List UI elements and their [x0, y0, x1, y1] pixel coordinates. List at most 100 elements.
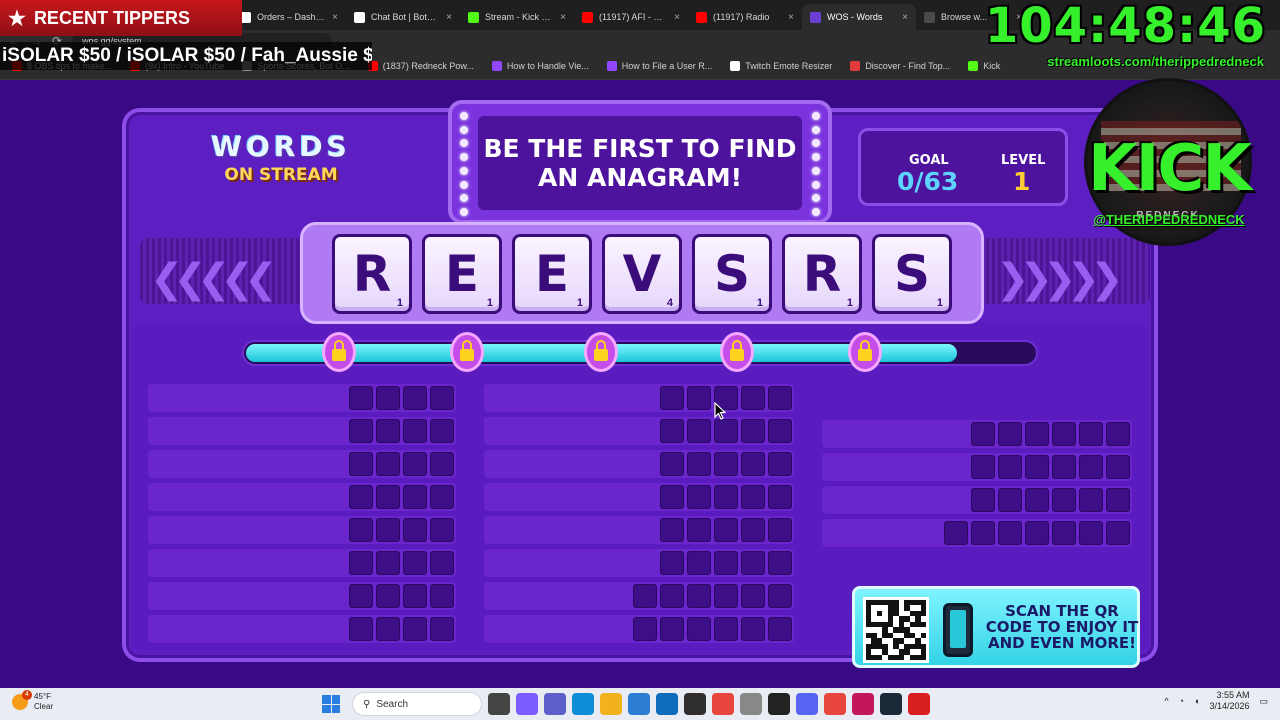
letter-tile: E1 [422, 234, 502, 314]
letter-cell [430, 419, 454, 443]
letter-cell [349, 485, 373, 509]
notifications-icon[interactable]: ▭ [1259, 696, 1268, 707]
bookmark-favicon-icon [730, 60, 741, 71]
teams-icon[interactable] [544, 693, 566, 715]
browser-tab[interactable]: Orders – Dashboa × [232, 4, 346, 30]
letter-tile: R1 [782, 234, 862, 314]
close-tab-icon[interactable]: × [788, 12, 794, 23]
qr-panel[interactable]: SCAN THE QR CODE TO ENJOY IT AND EVEN MO… [852, 586, 1140, 668]
outlook-icon[interactable] [656, 693, 678, 715]
task-view-icon[interactable] [488, 693, 510, 715]
letter-cell [1052, 488, 1076, 512]
close-tab-icon[interactable]: × [332, 12, 338, 23]
edge-icon[interactable] [572, 693, 594, 715]
close-tab-icon[interactable]: × [446, 12, 452, 23]
browser-tab[interactable]: (11917) Radio × [688, 4, 802, 30]
letter-cell [1106, 521, 1130, 545]
steam-icon[interactable] [880, 693, 902, 715]
letter-cell [1052, 455, 1076, 479]
letter-cell [687, 584, 711, 608]
qr-text: SCAN THE QR CODE TO ENJOY IT AND EVEN MO… [985, 602, 1139, 652]
bookmark-item[interactable]: Kick [968, 60, 1000, 71]
bookmark-item[interactable]: Discover - Find Top... [850, 60, 950, 71]
letter-cell [1025, 455, 1049, 479]
letter-cell [971, 488, 995, 512]
letter-cell [1106, 422, 1130, 446]
tab-label: Orders – Dashboa [257, 12, 327, 22]
app-misc-icon[interactable] [740, 693, 762, 715]
close-tab-icon[interactable]: × [674, 12, 680, 23]
letter-cell [687, 518, 711, 542]
letter-cell [349, 452, 373, 476]
tab-label: WOS - Words [827, 12, 883, 22]
letter-cell [1079, 488, 1103, 512]
letter-tile: S1 [692, 234, 772, 314]
app-record-icon[interactable] [908, 693, 930, 715]
temperature: 45°F [34, 692, 51, 701]
letter-cell [687, 419, 711, 443]
close-tab-icon[interactable]: × [560, 12, 566, 23]
windows-taskbar: 4 45°F Clear ⚲ Search ^ ◔ ◖ 3:55 AM 3/14… [0, 688, 1280, 720]
lock-icon [450, 332, 484, 372]
taskbar-search[interactable]: ⚲ Search [352, 692, 482, 716]
letter-cell [1052, 521, 1076, 545]
browser-tab[interactable]: WOS - Words × [802, 4, 916, 30]
kick-logo-text: KICK [1088, 132, 1252, 206]
letter-cell [741, 386, 765, 410]
start-icon[interactable] [322, 695, 340, 713]
tab-favicon-icon [810, 11, 821, 23]
browser-tab[interactable]: Stream - Kick Dash × [460, 4, 574, 30]
letter-cell [660, 584, 684, 608]
letter-cell [971, 521, 995, 545]
discord-icon[interactable] [796, 693, 818, 715]
bookmark-item[interactable]: How to Handle Vie... [491, 60, 589, 71]
wifi-icon[interactable]: ◔ [1179, 696, 1184, 706]
chevron-up-icon[interactable]: ^ [1164, 696, 1168, 706]
letter-cell [1106, 455, 1130, 479]
tab-label: Chat Bot | BotRix - [371, 12, 441, 22]
letter-cell [687, 485, 711, 509]
letter-cell [633, 617, 657, 641]
letter-cell [403, 485, 427, 509]
volume-icon[interactable]: ◖ [1194, 696, 1199, 706]
browser-tab[interactable]: Chat Bot | BotRix - × [346, 4, 460, 30]
store-icon[interactable] [628, 693, 650, 715]
letter-cell [714, 518, 738, 542]
app-red-icon[interactable] [824, 693, 846, 715]
tile-letter: R [802, 245, 842, 303]
terminal-icon[interactable] [768, 693, 790, 715]
letter-cell [768, 452, 792, 476]
chrome-icon[interactable] [712, 693, 734, 715]
weather-widget[interactable]: 4 45°F Clear [12, 690, 53, 712]
bookmark-item[interactable]: How to File a User R... [606, 60, 712, 71]
tile-letter: S [713, 245, 750, 303]
file-explorer-icon[interactable] [600, 693, 622, 715]
copilot-icon[interactable] [516, 693, 538, 715]
bookmark-favicon-icon [491, 60, 502, 71]
bookmark-item[interactable]: (1837) Redneck Pow... [367, 60, 474, 71]
letter-cell [768, 419, 792, 443]
streamloots-url: streamloots.com/therippedredneck [1047, 54, 1264, 69]
letter-cell [741, 617, 765, 641]
clock[interactable]: 3:55 AM 3/14/2026 [1209, 690, 1249, 712]
close-tab-icon[interactable]: × [902, 12, 908, 23]
letter-cell [998, 488, 1022, 512]
letter-cell [376, 617, 400, 641]
tab-favicon-icon [696, 11, 707, 23]
lock-icon [584, 332, 618, 372]
letter-cell [430, 386, 454, 410]
subathon-timer: 104:48:46 [984, 0, 1266, 54]
bookmark-item[interactable]: Twitch Emote Resizer [730, 60, 832, 71]
lock-icon [720, 332, 754, 372]
letter-cell [1025, 521, 1049, 545]
letter-cell [376, 452, 400, 476]
letter-cell [741, 419, 765, 443]
letter-cell [741, 452, 765, 476]
qr-code-icon[interactable] [863, 597, 929, 663]
browser-tab[interactable]: (11917) AFI - Miss × [574, 4, 688, 30]
tile-points: 1 [936, 297, 943, 309]
obs-icon[interactable] [684, 693, 706, 715]
app-pulse-icon[interactable] [852, 693, 874, 715]
level-label: LEVEL [1001, 153, 1046, 168]
letter-cell [714, 584, 738, 608]
